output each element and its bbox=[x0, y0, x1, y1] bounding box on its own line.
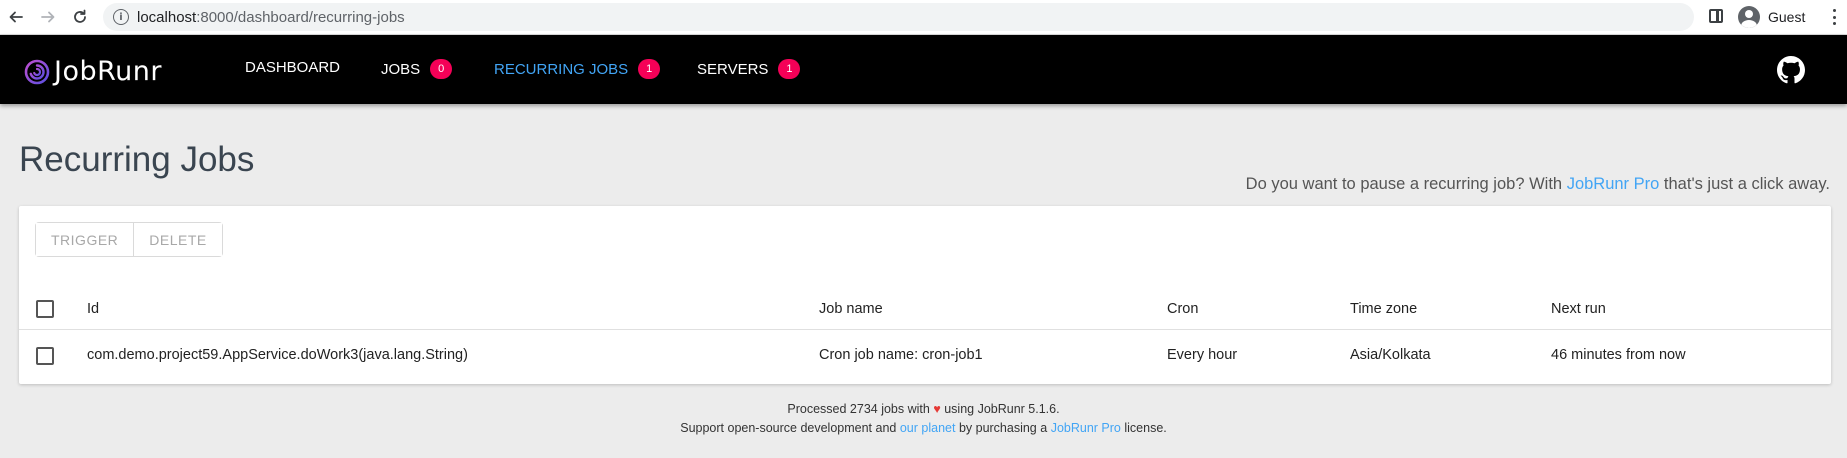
url-text[interactable]: localhost:8000/dashboard/recurring-jobs bbox=[137, 9, 405, 26]
next-run-cell: 46 minutes from now bbox=[1551, 347, 1686, 363]
pro-hint-prefix: Do you want to pause a recurring job? Wi… bbox=[1245, 175, 1563, 193]
select-all-checkbox[interactable] bbox=[36, 300, 54, 318]
jobrunr-pro-link[interactable]: JobRunr Pro bbox=[1567, 175, 1660, 193]
trigger-button[interactable]: Trigger bbox=[36, 223, 134, 256]
footer-line-processed: Processed 2734 jobs with ♥ using JobRunr… bbox=[0, 400, 1847, 419]
browser-toolbar: i localhost:8000/dashboard/recurring-job… bbox=[0, 0, 1847, 35]
github-icon[interactable] bbox=[1777, 56, 1805, 84]
table-row[interactable]: com.demo.project59.AppService.doWork3(ja… bbox=[19, 330, 1831, 383]
nav-recurring-jobs[interactable]: Recurring Jobs 1 bbox=[494, 59, 661, 79]
job-id-cell[interactable]: com.demo.project59.AppService.doWork3(ja… bbox=[87, 347, 468, 363]
servers-count-badge: 1 bbox=[778, 59, 801, 79]
nav-recurring-jobs-label: Recurring Jobs bbox=[494, 60, 629, 78]
footer-line-support: Support open-source development and our … bbox=[0, 419, 1847, 438]
avatar bbox=[1738, 6, 1760, 28]
column-header-next-run[interactable]: Next run bbox=[1551, 301, 1606, 317]
footer-license-text: license. bbox=[1124, 421, 1167, 435]
column-header-id[interactable]: Id bbox=[87, 301, 99, 317]
pro-hint-suffix: that's just a click away. bbox=[1663, 175, 1830, 193]
site-info-icon[interactable]: i bbox=[113, 9, 129, 25]
reload-icon[interactable] bbox=[70, 7, 90, 27]
logo-text: JobRunr bbox=[54, 56, 162, 87]
footer-jobrunr-pro-link[interactable]: JobRunr Pro bbox=[1051, 421, 1121, 435]
row-checkbox[interactable] bbox=[36, 347, 54, 365]
heart-icon: ♥ bbox=[933, 402, 941, 416]
page-title: Recurring Jobs bbox=[19, 140, 255, 179]
action-button-group: Trigger Delete bbox=[35, 222, 223, 257]
profile-button[interactable]: Guest bbox=[1734, 4, 1815, 30]
column-header-cron[interactable]: Cron bbox=[1167, 301, 1198, 317]
footer-purchasing-text: by purchasing a bbox=[958, 421, 1048, 435]
spiral-logo-icon bbox=[24, 59, 50, 84]
column-header-job-name[interactable]: Job name bbox=[819, 301, 883, 317]
side-panel-icon[interactable] bbox=[1709, 9, 1723, 23]
column-header-time-zone[interactable]: Time zone bbox=[1350, 301, 1417, 317]
nav-jobs-label: Jobs bbox=[381, 60, 421, 78]
job-name-cell: Cron job name: cron-job1 bbox=[819, 347, 983, 363]
back-arrow-icon[interactable] bbox=[6, 7, 26, 27]
delete-button[interactable]: Delete bbox=[133, 223, 222, 256]
cron-cell: Every hour bbox=[1167, 347, 1238, 363]
address-bar[interactable]: i localhost:8000/dashboard/recurring-job… bbox=[103, 3, 1694, 31]
footer-version-text: using JobRunr 5.1.6. bbox=[944, 402, 1060, 416]
jobs-count-badge: 0 bbox=[430, 59, 453, 79]
nav-servers-label: Servers bbox=[697, 60, 769, 78]
nav-servers[interactable]: Servers 1 bbox=[697, 59, 801, 79]
pro-hint: Do you want to pause a recurring job? Wi… bbox=[1246, 175, 1830, 194]
nav-dashboard[interactable]: Dashboard bbox=[245, 59, 340, 76]
our-planet-link[interactable]: our planet bbox=[900, 421, 956, 435]
forward-arrow-icon[interactable] bbox=[38, 7, 58, 27]
footer-support-text: Support open-source development and bbox=[680, 421, 897, 435]
recurring-jobs-count-badge: 1 bbox=[638, 59, 661, 79]
table-header-row: Id Job name Cron Time zone Next run bbox=[19, 289, 1831, 330]
nav-jobs[interactable]: Jobs 0 bbox=[381, 59, 453, 79]
profile-name: Guest bbox=[1768, 9, 1806, 25]
nav-dashboard-label: Dashboard bbox=[245, 59, 341, 76]
jobrunr-logo[interactable]: JobRunr bbox=[24, 56, 162, 87]
app-header: JobRunr Dashboard Jobs 0 Recurring Jobs … bbox=[0, 35, 1847, 104]
footer-processed-text: Processed 2734 jobs with bbox=[787, 402, 930, 416]
more-menu-icon[interactable] bbox=[1832, 9, 1836, 25]
footer: Processed 2734 jobs with ♥ using JobRunr… bbox=[0, 400, 1847, 438]
time-zone-cell: Asia/Kolkata bbox=[1350, 347, 1431, 363]
recurring-jobs-card: Trigger Delete Id Job name Cron Time zon… bbox=[19, 206, 1831, 384]
